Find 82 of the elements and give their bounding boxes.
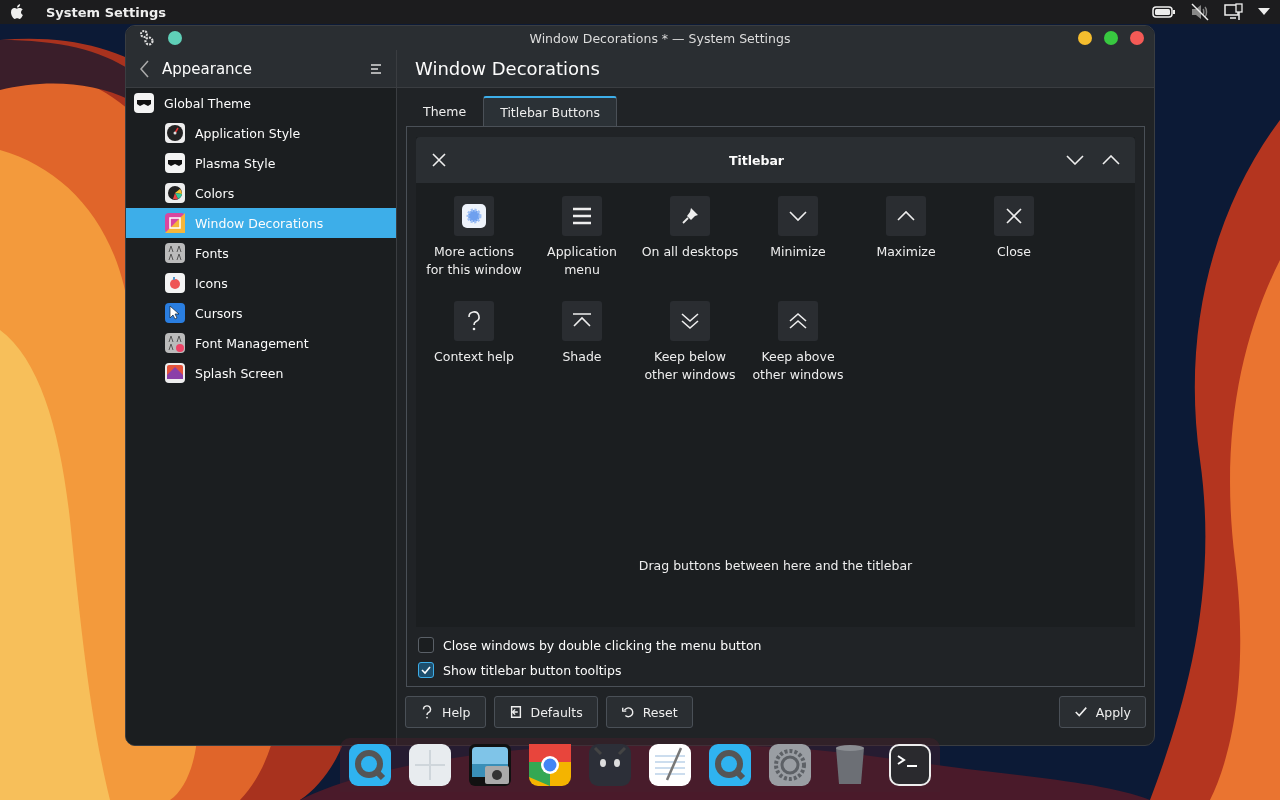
back-icon[interactable]: [140, 59, 150, 78]
titlebar-button-tile[interactable]: [994, 196, 1034, 236]
splash-screen-icon: [165, 363, 185, 383]
gauge-icon: [165, 123, 185, 143]
grid-app-icon[interactable]: [409, 744, 451, 786]
footer-button[interactable]: Defaults: [493, 696, 598, 728]
caret-icon[interactable]: [1258, 8, 1270, 16]
option-label: Close windows by double clicking the menu button: [443, 637, 762, 653]
checkbox[interactable]: [418, 637, 434, 653]
sidebar-item[interactable]: Fonts: [126, 238, 396, 268]
photo-camera-app-icon[interactable]: [469, 744, 511, 786]
magnifier-app-icon[interactable]: [709, 744, 751, 786]
cursor-icon: [165, 303, 185, 323]
titlebar-title: Titlebar: [727, 152, 786, 168]
sidebar-item[interactable]: Application Style: [126, 118, 396, 148]
gears-icon[interactable]: [140, 30, 154, 46]
button-label: Close: [996, 243, 1032, 261]
maximize-window-button[interactable]: [1104, 31, 1118, 45]
theme-mask-icon: [134, 93, 154, 113]
app-name[interactable]: System Settings: [46, 4, 167, 20]
apple-shape-icon: [165, 273, 185, 293]
display-icon[interactable]: [1224, 3, 1244, 21]
checkbox[interactable]: [418, 662, 434, 678]
apple-logo-icon[interactable]: [10, 3, 26, 21]
titlebar-button-tile[interactable]: [562, 196, 602, 236]
footer-button[interactable]: Apply: [1058, 696, 1146, 728]
tab[interactable]: Theme: [406, 96, 484, 126]
titlebar-button-tile[interactable]: [778, 301, 818, 341]
chevron-up-icon[interactable]: [1102, 155, 1120, 165]
button-label: Context help: [434, 348, 514, 366]
gear-app-icon[interactable]: [769, 744, 811, 786]
button-label: More actions for this window: [426, 243, 522, 279]
sidebar-item[interactable]: Global Theme: [126, 88, 396, 118]
muted-speaker-icon[interactable]: [1190, 3, 1210, 21]
magnifier-app-icon[interactable]: [349, 744, 391, 786]
sidebar-item[interactable]: Plasma Style: [126, 148, 396, 178]
sidebar-title: Appearance: [162, 59, 254, 78]
option-label: Show titlebar button tooltips: [443, 662, 622, 678]
battery-icon[interactable]: [1152, 5, 1176, 19]
page-title: Window Decorations: [397, 50, 1154, 88]
titlebar-button-tile[interactable]: [778, 196, 818, 236]
close-icon[interactable]: [431, 152, 447, 168]
button-label: On all desktops: [641, 243, 739, 261]
undo-icon: [620, 705, 635, 719]
titlebar-button-tile[interactable]: [670, 196, 710, 236]
notepad-app-icon[interactable]: [649, 744, 691, 786]
button-label: Maximize: [876, 243, 936, 261]
color-wheel-icon: [165, 183, 185, 203]
chevron-down-icon[interactable]: [1066, 155, 1084, 165]
button-label: Keep above other windows: [752, 348, 844, 384]
sidebar-item[interactable]: Cursors: [126, 298, 396, 328]
pin-dot-icon[interactable]: [168, 31, 182, 45]
button-label: Keep below other windows: [644, 348, 736, 384]
titlebar-button-tile[interactable]: [454, 301, 494, 341]
sidebar-item[interactable]: Font Management: [126, 328, 396, 358]
window-gradient-icon: [165, 213, 185, 233]
terminal-app-icon[interactable]: [889, 744, 931, 786]
browser-app-icon[interactable]: [529, 744, 571, 786]
tab[interactable]: Titlebar Buttons: [483, 96, 617, 126]
minimize-window-button[interactable]: [1078, 31, 1092, 45]
titlebar-button-tile[interactable]: [454, 196, 494, 236]
drag-hint: Drag buttons between here and the titlebar: [637, 558, 914, 573]
button-label: Application menu: [547, 243, 617, 279]
theme-mask-icon: [165, 153, 185, 173]
menu-icon[interactable]: [370, 63, 382, 74]
titlebar-button-tile[interactable]: [562, 301, 602, 341]
footer-button[interactable]: Reset: [605, 696, 693, 728]
close-window-button[interactable]: [1130, 31, 1144, 45]
question-mark-icon: [420, 705, 434, 719]
sidebar-item[interactable]: Colors: [126, 178, 396, 208]
checkmark-icon: [1073, 705, 1088, 719]
sidebar-item[interactable]: Splash Screen: [126, 358, 396, 388]
sidebar-item[interactable]: Icons: [126, 268, 396, 298]
titlebar-button-tile[interactable]: [886, 196, 926, 236]
button-label: Minimize: [770, 243, 826, 261]
button-label: Shade: [562, 348, 602, 366]
footer-button[interactable]: Help: [405, 696, 486, 728]
window-title: Window Decorations * — System Settings: [528, 30, 792, 46]
font-letters-icon: [165, 243, 185, 263]
font-letters-icon: [165, 333, 185, 353]
titlebar-button-tile[interactable]: [670, 301, 710, 341]
cat-face-app-icon[interactable]: [589, 744, 631, 786]
